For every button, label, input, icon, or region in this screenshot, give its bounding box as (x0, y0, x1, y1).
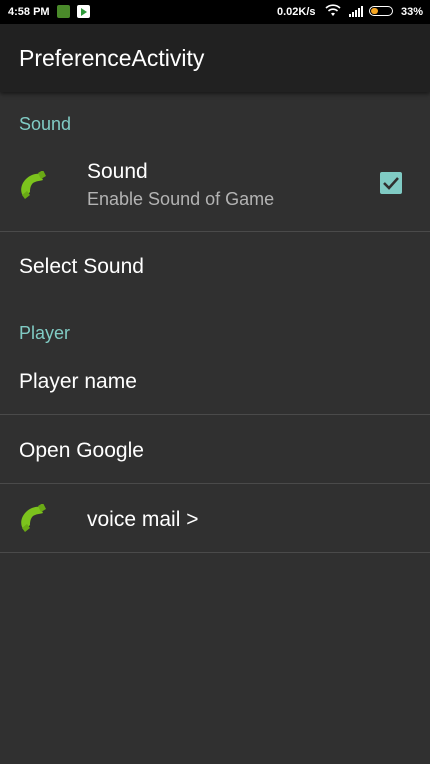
app-bar: PreferenceActivity (0, 24, 430, 92)
sound-preference-summary: Enable Sound of Game (87, 189, 275, 209)
open-google-title: Open Google (19, 439, 144, 462)
status-time: 4:58 PM (8, 6, 50, 18)
select-sound-title: Select Sound (19, 255, 144, 278)
voice-mail-preference[interactable] (0, 484, 430, 552)
section-header-sound: Sound (19, 114, 72, 134)
phone-icon (18, 170, 48, 201)
signal-icon (349, 6, 365, 20)
sound-checkbox[interactable] (380, 172, 402, 194)
page-title: PreferenceActivity (19, 45, 205, 71)
battery-fill (371, 8, 378, 14)
battery-icon (369, 6, 393, 16)
wifi-icon (325, 4, 341, 21)
section-header-player: Player (19, 323, 71, 343)
sound-preference-title: Sound (87, 160, 148, 183)
sound-preference[interactable] (0, 142, 430, 231)
android-notification-icon (57, 5, 70, 18)
phone-icon (18, 503, 48, 534)
divider (0, 552, 430, 553)
player-name-title: Player name (19, 370, 137, 393)
status-bar: 4:58 PM 0.02K/s 33% (0, 0, 430, 24)
network-speed: 0.02K/s (277, 6, 316, 18)
play-store-notification-icon (77, 5, 90, 18)
voice-mail-title: voice mail > (87, 508, 199, 531)
battery-percent: 33% (401, 6, 424, 18)
